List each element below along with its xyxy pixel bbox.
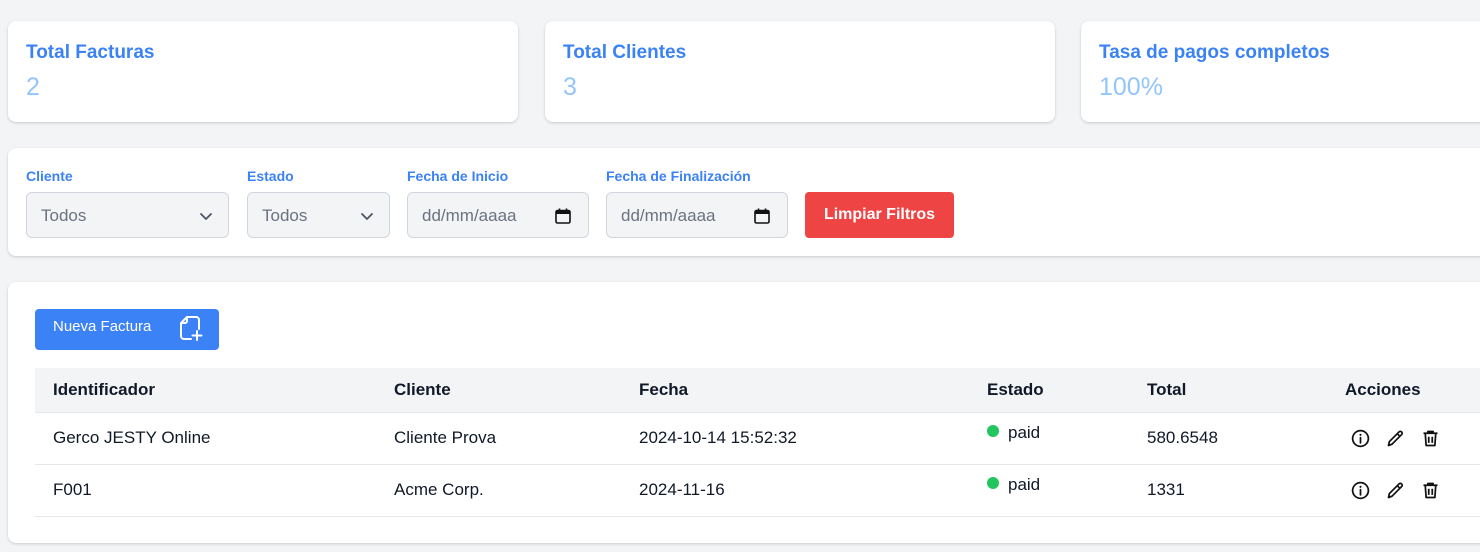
new-invoice-label: Nueva Factura bbox=[53, 318, 152, 335]
stat-card-clients: Total Clientes 3 bbox=[545, 21, 1055, 122]
cell-status: paid bbox=[987, 464, 1147, 516]
end-date-label: Fecha de Finalización bbox=[606, 168, 751, 184]
status-text: paid bbox=[1008, 423, 1041, 442]
cell-actions bbox=[1345, 464, 1480, 516]
client-filter: Cliente Todos bbox=[26, 168, 229, 238]
header-client[interactable]: Cliente bbox=[394, 368, 639, 412]
table-row: F001 Acme Corp. 2024-11-16 paid 1331 bbox=[35, 464, 1480, 516]
end-date-placeholder: dd/mm/aaaa bbox=[621, 206, 716, 225]
header-total[interactable]: Total bbox=[1147, 368, 1345, 412]
cell-client: Cliente Prova bbox=[394, 428, 497, 447]
status-filter: Estado Todos bbox=[247, 168, 390, 238]
edit-icon[interactable] bbox=[1385, 480, 1406, 501]
end-date-input[interactable]: dd/mm/aaaa bbox=[606, 192, 788, 238]
cell-identifier: F001 bbox=[53, 480, 92, 499]
stat-label: Total Facturas bbox=[26, 42, 155, 63]
cell-total: 1331 bbox=[1147, 480, 1185, 499]
cell-date: 2024-11-16 bbox=[639, 480, 725, 499]
stat-card-payment-rate: Tasa de pagos completos 100% bbox=[1081, 21, 1480, 122]
header-date[interactable]: Fecha bbox=[639, 368, 987, 412]
trash-icon[interactable] bbox=[1420, 428, 1441, 449]
cell-client: Acme Corp. bbox=[394, 480, 484, 499]
status-select-value: Todos bbox=[262, 206, 308, 225]
status-dot bbox=[987, 425, 999, 437]
file-plus-icon bbox=[180, 316, 203, 341]
cell-actions bbox=[1345, 412, 1480, 464]
client-filter-label: Cliente bbox=[26, 168, 73, 184]
table-header-row: Identificador Cliente Fecha Estado Total… bbox=[35, 368, 1480, 412]
stat-value: 2 bbox=[26, 73, 40, 101]
status-filter-label: Estado bbox=[247, 168, 294, 184]
start-date-input[interactable]: dd/mm/aaaa bbox=[407, 192, 589, 238]
client-select[interactable]: Todos bbox=[26, 192, 229, 238]
stat-value: 3 bbox=[563, 73, 577, 101]
start-date-label: Fecha de Inicio bbox=[407, 168, 509, 184]
cell-identifier: Gerco JESTY Online bbox=[53, 428, 211, 447]
filters-panel: Cliente Todos Estado Todos Fecha de Inic… bbox=[8, 148, 1480, 256]
status-select[interactable]: Todos bbox=[247, 192, 390, 238]
clear-filters-button[interactable]: Limpiar Filtros bbox=[805, 192, 954, 238]
table-row: Gerco JESTY Online Cliente Prova 2024-10… bbox=[35, 412, 1480, 464]
status-dot bbox=[987, 477, 999, 489]
trash-icon[interactable] bbox=[1420, 480, 1441, 501]
edit-icon[interactable] bbox=[1385, 428, 1406, 449]
stat-label: Tasa de pagos completos bbox=[1099, 42, 1330, 63]
header-actions: Acciones bbox=[1345, 379, 1421, 399]
stat-label: Total Clientes bbox=[563, 42, 687, 63]
chevron-down-icon bbox=[361, 213, 373, 220]
stat-value: 100% bbox=[1099, 73, 1163, 101]
end-date-filter: Fecha de Finalización dd/mm/aaaa bbox=[606, 168, 788, 238]
invoices-table: Identificador Cliente Fecha Estado Total… bbox=[35, 368, 1480, 517]
header-identifier[interactable]: Identificador bbox=[35, 368, 394, 412]
start-date-placeholder: dd/mm/aaaa bbox=[422, 206, 517, 225]
header-status[interactable]: Estado bbox=[987, 368, 1147, 412]
calendar-icon[interactable] bbox=[554, 207, 572, 225]
invoices-panel: Nueva Factura Identificador Cliente Fech… bbox=[8, 282, 1480, 543]
stat-card-invoices: Total Facturas 2 bbox=[8, 21, 518, 122]
cell-date: 2024-10-14 15:52:32 bbox=[639, 428, 797, 447]
client-select-value: Todos bbox=[41, 206, 87, 225]
info-icon[interactable] bbox=[1350, 480, 1371, 501]
cell-status: paid bbox=[987, 412, 1147, 464]
chevron-down-icon bbox=[200, 213, 212, 220]
calendar-icon[interactable] bbox=[753, 207, 771, 225]
cell-total: 580.6548 bbox=[1147, 428, 1218, 447]
new-invoice-button[interactable]: Nueva Factura bbox=[35, 309, 219, 350]
start-date-filter: Fecha de Inicio dd/mm/aaaa bbox=[407, 168, 589, 238]
info-icon[interactable] bbox=[1350, 428, 1371, 449]
status-text: paid bbox=[1008, 475, 1041, 494]
